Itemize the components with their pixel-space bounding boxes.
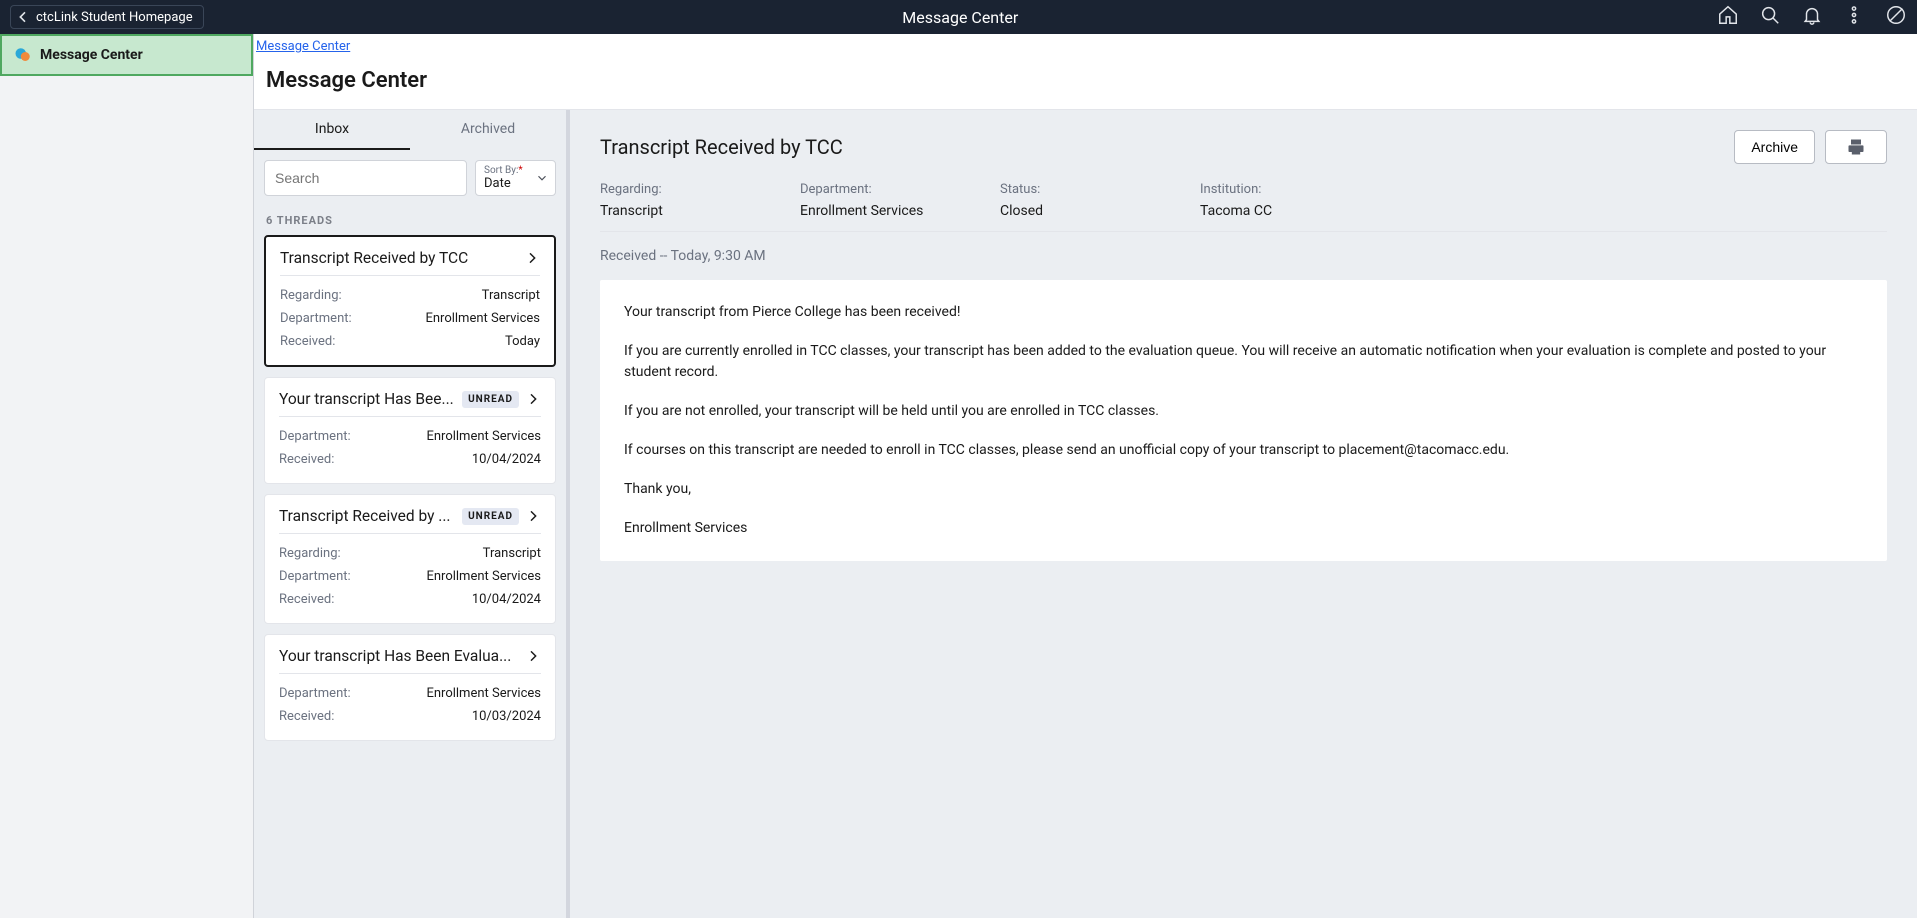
meta-item: Institution:Tacoma CC [1200, 182, 1360, 219]
thread-title: Your transcript Has Bee... [279, 390, 456, 408]
thread-title: Your transcript Has Been Evalua... [279, 647, 519, 665]
search-icon[interactable] [1759, 4, 1781, 30]
thread-card[interactable]: Transcript Received by ... UNREAD Regardin… [264, 494, 556, 624]
chevron-down-icon [535, 171, 549, 185]
more-icon[interactable] [1843, 4, 1865, 30]
thread-count: 6 THREADS [254, 206, 566, 235]
page-header-title: Message Center [204, 8, 1717, 27]
thread-meta-row: Received:10/04/2024 [279, 448, 541, 471]
received-line: Received -- Today, 9:30 AM [600, 232, 1887, 280]
sidebar-item-message-center[interactable]: Message Center [0, 34, 253, 76]
thread-card[interactable]: Your transcript Has Bee... UNREAD Departme… [264, 377, 556, 484]
message-paragraph: If you are currently enrolled in TCC cla… [624, 341, 1863, 383]
topbar-icons [1717, 4, 1907, 30]
accessibility-icon[interactable] [1885, 4, 1907, 30]
thread-meta-row: Regarding:Transcript [280, 284, 540, 307]
print-button[interactable] [1825, 130, 1887, 164]
page-title: Message Center [254, 54, 1917, 109]
message-paragraph: Your transcript from Pierce College has … [624, 302, 1863, 323]
tab-archived[interactable]: Archived [410, 110, 566, 150]
sidebar: Message Center [0, 34, 254, 918]
chevron-left-icon [15, 9, 31, 25]
topbar: ctcLink Student Homepage Message Center [0, 0, 1917, 34]
detail-title: Transcript Received by TCC [600, 135, 843, 159]
thread-title: Transcript Received by ... [279, 507, 456, 525]
thread-meta-row: Received:10/03/2024 [279, 705, 541, 728]
unread-badge: UNREAD [462, 391, 519, 408]
chevron-right-icon [525, 508, 541, 524]
thread-meta-row: Received:Today [280, 330, 540, 353]
back-label: ctcLink Student Homepage [36, 10, 193, 25]
detail-head: Transcript Received by TCC Archive [600, 130, 1887, 164]
thread-meta-row: Department:Enrollment Services [280, 307, 540, 330]
message-paragraph: Enrollment Services [624, 518, 1863, 539]
tabs: Inbox Archived [254, 110, 566, 150]
meta-item: Department:Enrollment Services [800, 182, 960, 219]
bell-icon[interactable] [1801, 4, 1823, 30]
thread-title: Transcript Received by TCC [280, 249, 518, 267]
meta-grid: Regarding:Transcript Department:Enrollmen… [600, 164, 1887, 232]
breadcrumb-link[interactable]: Message Center [256, 39, 350, 54]
sort-select[interactable]: Sort By:* Date [475, 160, 556, 196]
thread-meta-row: Department:Enrollment Services [279, 565, 541, 588]
sidebar-item-label: Message Center [40, 47, 143, 63]
chevron-right-icon [525, 391, 541, 407]
body-split: Inbox Archived Sort By:* Date 6 THREADS … [254, 109, 1917, 918]
archive-button[interactable]: Archive [1734, 130, 1815, 164]
tab-inbox[interactable]: Inbox [254, 110, 410, 150]
breadcrumb: Message Center [254, 34, 1917, 54]
back-button[interactable]: ctcLink Student Homepage [10, 5, 204, 29]
thread-meta-row: Department:Enrollment Services [279, 682, 541, 705]
search-input[interactable] [264, 160, 467, 196]
message-paragraph: Thank you, [624, 479, 1863, 500]
detail-actions: Archive [1734, 130, 1887, 164]
detail-column: Transcript Received by TCC Archive Regar… [570, 110, 1917, 918]
chevron-right-icon [524, 250, 540, 266]
home-icon[interactable] [1717, 4, 1739, 30]
thread-column: Inbox Archived Sort By:* Date 6 THREADS … [254, 110, 570, 918]
message-paragraph: If you are not enrolled, your transcript… [624, 401, 1863, 422]
thread-meta-row: Regarding:Transcript [279, 542, 541, 565]
meta-item: Regarding:Transcript [600, 182, 760, 219]
chevron-right-icon [525, 648, 541, 664]
meta-item: Status:Closed [1000, 182, 1160, 219]
thread-card[interactable]: Transcript Received by TCC Regarding:Tran… [264, 235, 556, 367]
message-paragraph: If courses on this transcript are needed… [624, 440, 1863, 461]
layout: Message Center Message Center Message Ce… [0, 34, 1917, 918]
content: Message Center Message Center Inbox Arch… [254, 34, 1917, 918]
thread-meta-row: Received:10/04/2024 [279, 588, 541, 611]
unread-badge: UNREAD [462, 508, 519, 525]
thread-list[interactable]: Transcript Received by TCC Regarding:Tran… [254, 235, 566, 918]
thread-meta-row: Department:Enrollment Services [279, 425, 541, 448]
thread-card[interactable]: Your transcript Has Been Evalua... Depart… [264, 634, 556, 741]
chat-icon [14, 46, 32, 64]
print-icon [1846, 137, 1866, 157]
controls: Sort By:* Date [254, 150, 566, 206]
message-body: Your transcript from Pierce College has … [600, 280, 1887, 561]
